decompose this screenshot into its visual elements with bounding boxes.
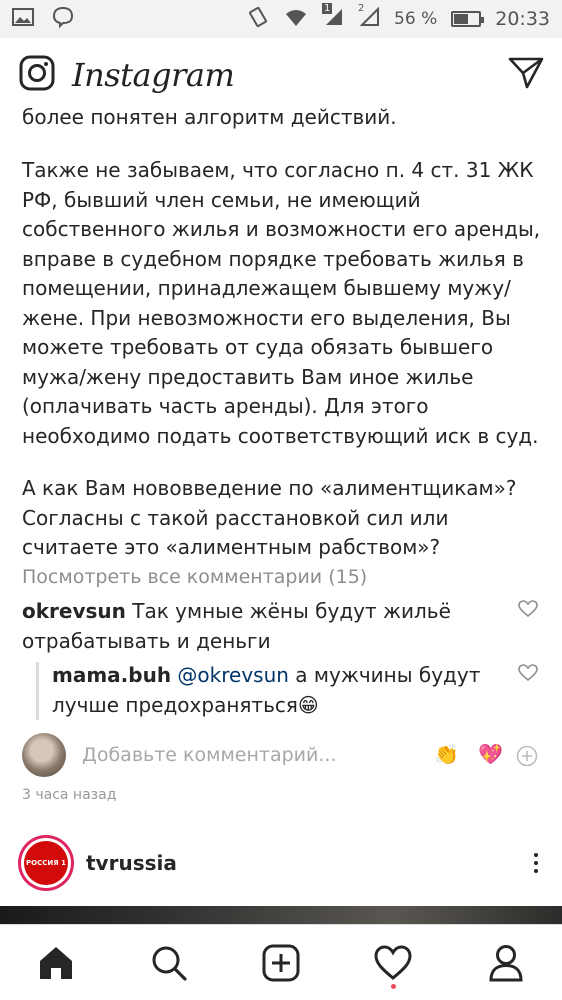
comment-username[interactable]: okrevsun <box>22 599 126 623</box>
comment-reply: mama.buh @okrevsun а мужчины будут лучше… <box>52 660 482 720</box>
reply-thread-line <box>36 662 39 720</box>
activity-icon[interactable] <box>363 933 423 993</box>
camera-icon[interactable] <box>18 54 56 96</box>
add-more-icon[interactable] <box>516 745 538 771</box>
next-post-header: РОССИЯ 1 tvrussia <box>18 834 542 892</box>
wifi-icon <box>284 7 308 32</box>
profile-icon[interactable] <box>476 933 536 993</box>
status-bar: 1 2 56 % 20:33 <box>0 0 562 38</box>
clock: 20:33 <box>495 8 550 30</box>
avatar <box>22 733 66 777</box>
network-badge: 2 <box>358 2 365 14</box>
notification-dot <box>391 983 397 989</box>
heart-emoji-button[interactable]: 💖 <box>478 742 503 766</box>
like-reply-heart-icon[interactable] <box>518 664 538 684</box>
signal-1-icon: 1 <box>322 2 344 32</box>
add-comment-input[interactable]: Добавьте комментарий... <box>82 744 337 766</box>
home-icon[interactable] <box>26 933 86 993</box>
post-username[interactable]: tvrussia <box>86 851 177 875</box>
direct-message-icon[interactable] <box>508 56 544 94</box>
feed[interactable]: более понятен алгоритм действий. Также н… <box>0 100 562 930</box>
battery-percent: 56 % <box>394 9 438 29</box>
caption-partial-line: более понятен алгоритм действий. <box>22 105 397 129</box>
comment-username[interactable]: mama.buh <box>52 663 171 687</box>
post-caption: Также не забываем, что согласно п. 4 ст.… <box>22 158 541 448</box>
post-timestamp: 3 часа назад <box>22 787 117 803</box>
app-logo: Instagram <box>72 56 235 94</box>
bottom-nav <box>0 924 562 1000</box>
comment-mention[interactable]: @okrevsun <box>177 663 289 687</box>
add-comment-row: Добавьте комментарий... <box>22 732 542 778</box>
story-avatar[interactable]: РОССИЯ 1 <box>18 835 74 891</box>
search-icon[interactable] <box>139 933 199 993</box>
new-post-icon[interactable] <box>251 933 311 993</box>
comment: okrevsun Так умные жёны будут жильё отра… <box>22 596 502 656</box>
view-all-comments-link[interactable]: Посмотреть все комментарии (15) <box>22 566 367 588</box>
more-options-icon[interactable] <box>534 853 538 873</box>
gallery-icon <box>12 7 34 31</box>
sim-badge: 1 <box>322 2 333 14</box>
clap-emoji-button[interactable]: 👏 <box>434 742 459 766</box>
battery-icon <box>451 11 485 27</box>
like-comment-heart-icon[interactable] <box>518 600 538 620</box>
post-caption-question: А как Вам нововведение по «алиментщикам»… <box>22 476 517 559</box>
viber-icon <box>52 6 74 33</box>
signal-2-icon: 2 <box>358 3 380 32</box>
channel-logo: РОССИЯ 1 <box>24 841 68 885</box>
vibrate-icon <box>246 6 270 33</box>
